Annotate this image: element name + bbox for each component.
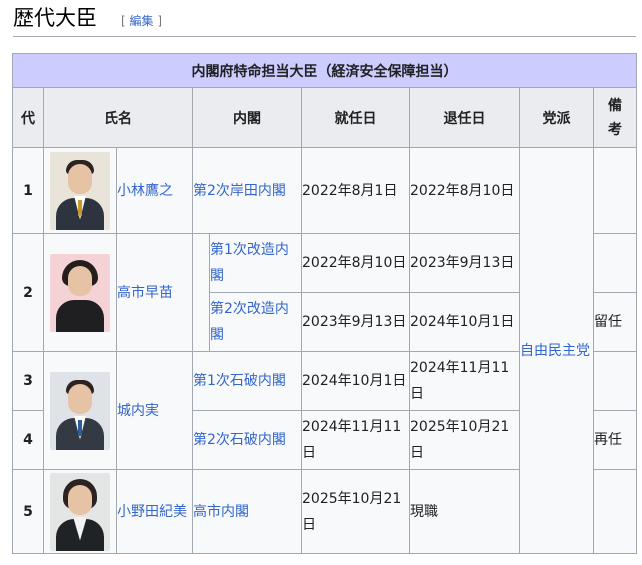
edit-bracket-open: [ [121,14,130,28]
cabinet-link[interactable]: 高市内閣 [192,469,302,554]
note-cell: 再任 [592,410,638,470]
section-title: 歴代大臣 [13,6,97,30]
header-cabinet: 内閣 [192,87,302,148]
minister-name-link[interactable]: 小林鷹之 [116,147,193,234]
start-date: 2023年9月13日 [301,292,410,352]
row-number: 4 [12,410,44,470]
table-caption: 内閣府特命担当大臣（経済安全保障担当） [11,53,638,88]
header-end-date: 退任日 [409,87,520,148]
header-start-date: 就任日 [301,87,410,148]
note-cell [592,233,638,293]
cabinet-parent-cell [192,233,210,352]
table-row: 1 小林鷹之 第2次岸田内閣 2022年8月1日 2022年8月10日 自由民主… [12,147,638,554]
ministers-table: 内閣府特命担当大臣（経済安全保障担当） 代 氏名 内閣 就任日 退任日 党派 備… [11,53,638,554]
start-date: 2022年8月1日 [301,147,410,234]
portrait-image[interactable] [50,371,110,450]
portrait-image[interactable] [50,151,110,230]
portrait-cell [43,147,117,234]
end-date: 2024年11月11日 [409,351,520,411]
section-heading: 歴代大臣 [ 編集 ] [13,3,636,37]
cabinet-link[interactable]: 第1次石破内閣 [192,351,302,411]
header-notes: 備考 [592,87,638,148]
minister-name-link[interactable]: 小野田紀美 [116,469,193,554]
start-date: 2024年11月11日 [301,410,410,470]
start-date: 2025年10月21日 [301,469,410,554]
end-date: 2023年9月13日 [409,233,520,293]
row-number: 1 [12,147,44,234]
edit-section-link-group: [ 編集 ] [121,13,162,29]
note-cell: 留任 [592,292,638,352]
minister-name-link[interactable]: 城内実 [116,351,193,470]
header-name: 氏名 [43,87,193,148]
cabinet-link[interactable]: 第2次岸田内閣 [192,147,302,234]
edit-bracket-close: ] [153,14,163,28]
row-number: 5 [12,469,44,554]
note-cell [592,469,638,554]
header-party: 党派 [519,87,594,148]
minister-name-link[interactable]: 高市早苗 [116,233,193,352]
header-notes-line1: 備 [608,97,623,114]
portrait-cell [43,351,117,470]
cabinet-link[interactable]: 第2次改造内閣 [209,292,302,352]
start-date: 2022年8月10日 [301,233,410,293]
header-number: 代 [12,87,44,148]
end-date: 2025年10月21日 [409,410,520,470]
note-cell [592,147,638,234]
end-date: 2022年8月10日 [409,147,520,234]
portrait-cell [43,469,117,554]
portrait-image[interactable] [50,472,110,551]
cabinet-link[interactable]: 第1次改造内閣 [209,233,302,293]
portrait-image[interactable] [50,253,110,332]
end-date: 2024年10月1日 [409,292,520,352]
portrait-cell [43,233,117,352]
row-number: 3 [12,351,44,411]
note-cell [592,351,638,411]
row-number: 2 [12,233,44,352]
end-date: 現職 [409,469,520,554]
start-date: 2024年10月1日 [301,351,410,411]
edit-section-link[interactable]: 編集 [130,14,154,28]
party-link[interactable]: 自由民主党 [519,147,594,554]
header-notes-line2: 考 [608,121,623,138]
cabinet-link[interactable]: 第2次石破内閣 [192,410,302,470]
